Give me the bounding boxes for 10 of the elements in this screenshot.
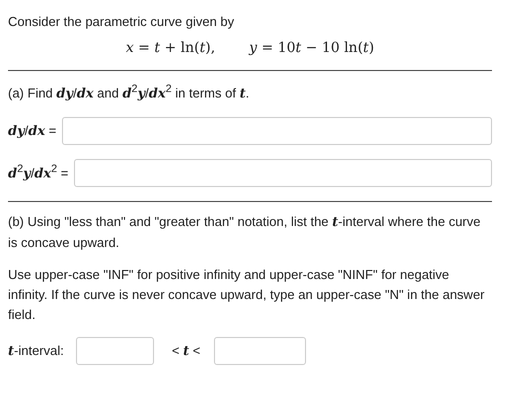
question-text: (b) Using "less than" and "greater than" notation, list the t-interval where the curve is concave upward. [8, 212, 482, 252]
instruction-text: Use upper-case "INF" for positive infinity and upper-case "NINF" for negative infinity. If the curve is never concave upward, type an upper-case "N" in the answer field. [8, 266, 486, 324]
field-label: t-interval: [8, 343, 64, 360]
equation: x = t + ln(t), [126, 40, 216, 56]
intro-text: Consider the parametric curve given by [8, 13, 236, 31]
question-text: (a) Find dy/dx and d$^{2}$y/dx$^{2}$ in terms of t. [8, 82, 250, 104]
inequality-text: < t < [172, 343, 200, 360]
field-label: dy/dx = [8, 122, 56, 139]
equation: y = 10t − 10 ln(t) [249, 40, 374, 56]
field-label: d$^{2}$y/dx$^{2}$ = [8, 163, 68, 182]
